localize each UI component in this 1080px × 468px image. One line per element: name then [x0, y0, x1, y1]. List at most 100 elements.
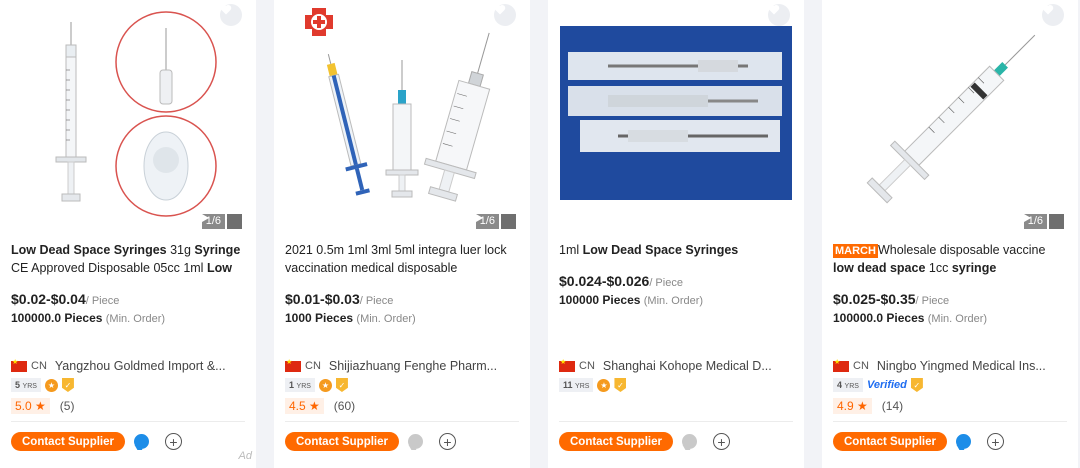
price-unit: / Piece — [359, 295, 394, 307]
price: $0.025-$0.35/ Piece — [833, 291, 949, 307]
product-card[interactable]: 1ml Low Dead Space Syringes $0.024-$0.02… — [548, 0, 804, 468]
image-pager[interactable]: 1/6 — [201, 214, 242, 229]
add-icon[interactable]: + — [713, 433, 730, 450]
medal-icon: ★ — [318, 378, 332, 392]
moq-value: 1000 Pieces — [285, 311, 354, 325]
china-flag-icon — [559, 358, 575, 372]
chat-icon[interactable] — [682, 434, 697, 449]
favorite-button[interactable] — [220, 4, 242, 26]
supplier-name[interactable]: Ningbo Yingmed Medical Ins... — [877, 359, 1046, 373]
heart-icon — [494, 4, 506, 15]
brand-logo — [305, 8, 333, 36]
product-title[interactable]: Low Dead Space Syringes 31g Syringe CE A… — [11, 241, 247, 277]
contact-supplier-button[interactable]: Contact Supplier — [285, 432, 399, 451]
moq-unit: (Min. Order) — [356, 313, 416, 325]
shield-icon: ✓ — [335, 378, 348, 392]
supplier-name[interactable]: Yangzhou Goldmed Import &... — [55, 359, 226, 373]
image-pager[interactable]: 1/6 — [475, 214, 516, 229]
product-image[interactable] — [548, 0, 804, 232]
rating-row: 4.5 ★ (60) — [285, 398, 355, 414]
add-icon[interactable]: + — [165, 433, 182, 450]
add-icon[interactable]: + — [987, 433, 1004, 450]
favorite-button[interactable] — [494, 4, 516, 26]
ad-label: Ad — [238, 450, 252, 462]
supplier-row[interactable]: CN Shijiazhuang Fenghe Pharm... — [285, 358, 521, 373]
rating-row: 4.9 ★ (14) — [833, 398, 903, 414]
add-icon[interactable]: + — [439, 433, 456, 450]
price-value: $0.01-$0.03 — [285, 291, 360, 307]
product-image[interactable]: 1/6 — [0, 0, 256, 232]
price: $0.02-$0.04/ Piece — [11, 291, 119, 307]
supplier-row[interactable]: CN Yangzhou Goldmed Import &... — [11, 358, 247, 373]
supplier-name[interactable]: Shanghai Kohope Medical D... — [603, 359, 772, 373]
title-segment: 1ml — [559, 243, 583, 257]
divider — [285, 421, 519, 422]
rating-row: 5.0 ★ (5) — [11, 398, 74, 414]
contact-supplier-button[interactable]: Contact Supplier — [11, 432, 125, 451]
promo-badge: MARCH — [833, 244, 878, 258]
years-label: YRS — [22, 383, 37, 390]
medal-icon: ★ — [597, 378, 611, 392]
play-icon[interactable] — [1023, 214, 1064, 229]
star-icon: ★ — [35, 399, 46, 413]
product-card[interactable]: 1/6 2021 0.5m 1ml 3ml 5ml integra luer l… — [274, 0, 530, 468]
chat-icon[interactable] — [408, 434, 423, 449]
years-badge: 5 YRS — [11, 378, 41, 392]
supplier-badges: 4 YRS Verified ✓ — [833, 378, 923, 392]
product-title[interactable]: 2021 0.5m 1ml 3ml 5ml integra luer lock … — [285, 241, 521, 277]
country-code: CN — [853, 360, 869, 372]
verified-badge: Verified — [866, 379, 907, 391]
supplier-row[interactable]: CN Shanghai Kohope Medical D... — [559, 358, 795, 373]
years-value: 1 — [289, 380, 295, 390]
heart-icon — [220, 4, 232, 15]
years-badge: 4 YRS — [833, 378, 863, 392]
title-segment: 31g — [166, 243, 195, 257]
star-icon: ★ — [309, 399, 320, 413]
product-title[interactable]: MARCH Wholesale disposable vaccine low de… — [833, 241, 1069, 277]
moq-value: 100000.0 Pieces — [833, 311, 925, 325]
shield-icon: ✓ — [61, 378, 74, 392]
price-unit: / Piece — [649, 277, 683, 289]
supplier-name[interactable]: Shijiazhuang Fenghe Pharm... — [329, 359, 497, 373]
title-segment: 2021 0.5m 1ml 3ml 5ml integra luer lock … — [285, 243, 507, 275]
title-segment: 1cc — [925, 261, 952, 275]
review-count[interactable]: (14) — [882, 399, 903, 413]
favorite-button[interactable] — [768, 4, 790, 26]
product-card[interactable]: 1/6 Low Dead Space Syringes 31g Syringe … — [0, 0, 256, 468]
price-value: $0.02-$0.04 — [11, 291, 86, 307]
contact-supplier-button[interactable]: Contact Supplier — [559, 432, 673, 451]
rating-value: 5.0 — [15, 399, 32, 413]
product-image[interactable]: 1/6 — [822, 0, 1078, 232]
review-count[interactable]: (60) — [334, 399, 355, 413]
heart-icon — [1042, 4, 1054, 15]
china-flag-icon — [11, 358, 27, 372]
play-icon[interactable] — [475, 214, 516, 229]
supplier-row[interactable]: CN Ningbo Yingmed Medical Ins... — [833, 358, 1069, 373]
favorite-button[interactable] — [1042, 4, 1064, 26]
min-order: 100000.0 Pieces (Min. Order) — [11, 311, 165, 325]
product-title[interactable]: 1ml Low Dead Space Syringes — [559, 241, 795, 277]
supplier-badges: 5 YRS ★ ✓ — [11, 378, 74, 392]
title-segment: Low — [206, 261, 232, 275]
divider — [11, 421, 245, 422]
image-pager[interactable]: 1/6 — [1023, 214, 1064, 229]
title-segment: CE Approved Disposable 05cc 1ml — [11, 261, 207, 275]
shield-icon: ✓ — [614, 378, 627, 392]
moq-unit: (Min. Order) — [105, 313, 166, 325]
product-image[interactable]: 1/6 — [274, 0, 530, 232]
min-order: 100000.0 Pieces (Min. Order) — [833, 311, 987, 325]
price: $0.024-$0.026/ Piece — [559, 273, 683, 289]
play-icon[interactable] — [201, 214, 242, 229]
chat-icon[interactable] — [134, 434, 149, 449]
chat-icon[interactable] — [956, 434, 971, 449]
moq-value: 100000 Pieces — [559, 293, 641, 307]
contact-supplier-button[interactable]: Contact Supplier — [833, 432, 947, 451]
heart-icon — [768, 4, 780, 15]
title-segment: Wholesale disposable vaccine — [877, 243, 1046, 257]
medal-icon: ★ — [44, 378, 58, 392]
title-segment: Low Dead Space Syringes — [11, 243, 167, 257]
review-count[interactable]: (5) — [60, 399, 75, 413]
product-card[interactable]: 1/6 MARCH Wholesale disposable vaccine lo… — [822, 0, 1078, 468]
supplier-badges: 11 YRS ★ ✓ — [559, 378, 627, 392]
divider — [559, 421, 793, 422]
